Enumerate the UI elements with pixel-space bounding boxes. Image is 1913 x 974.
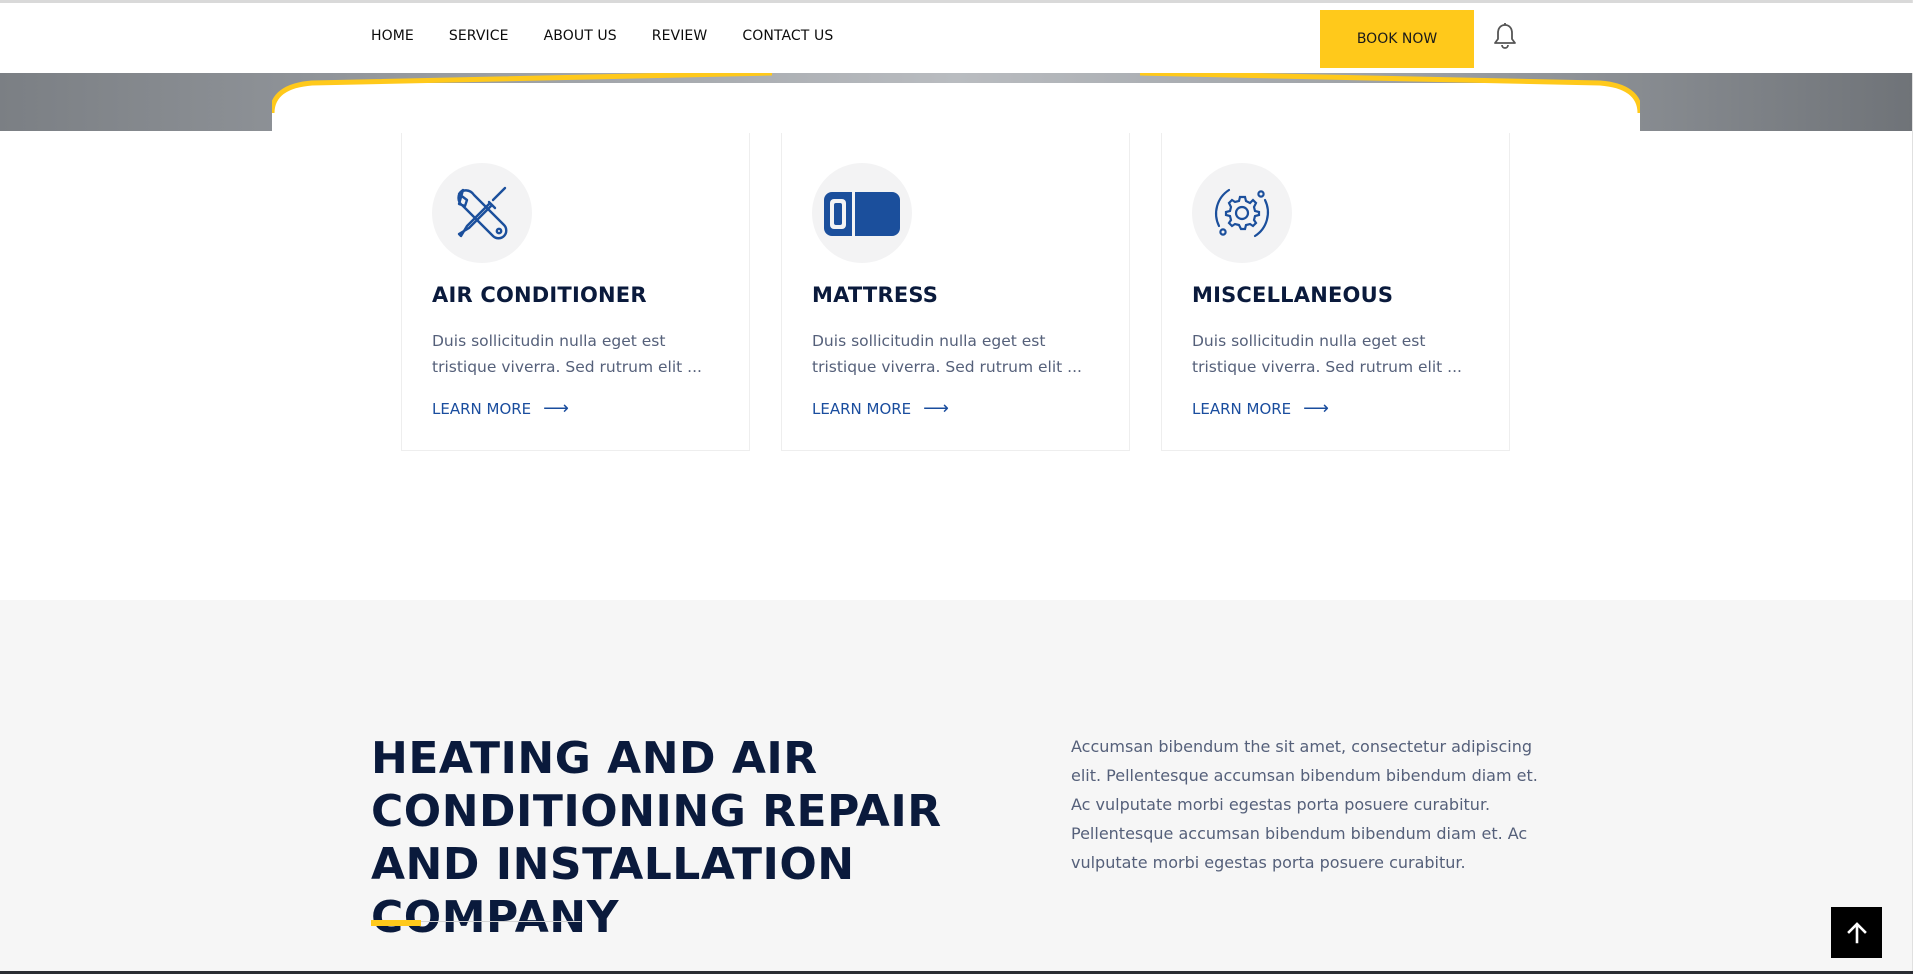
main-nav: HOME SERVICE ABOUT US REVIEW CONTACT US xyxy=(371,28,868,44)
service-card-air-conditioner: AIR CONDITIONER Duis sollicitudin nulla … xyxy=(401,132,750,451)
book-now-button[interactable]: BOOK NOW xyxy=(1320,10,1474,68)
gear-icon xyxy=(1192,163,1292,263)
about-description: Accumsan bibendum the sit amet, consecte… xyxy=(1071,737,1538,872)
nav-review[interactable]: REVIEW xyxy=(652,28,708,44)
mattress-icon xyxy=(812,163,912,263)
service-title: MISCELLANEOUS xyxy=(1192,283,1394,307)
learn-more-label: LEARN MORE xyxy=(1192,399,1292,418)
nav-contact-us[interactable]: CONTACT US xyxy=(742,28,833,44)
service-title: AIR CONDITIONER xyxy=(432,283,647,307)
learn-more-link[interactable]: LEARN MORE ⟶ xyxy=(812,398,949,419)
navbar: HOME SERVICE ABOUT US REVIEW CONTACT US … xyxy=(0,3,1913,73)
service-description: Duis sollicitudin nulla eget est tristiq… xyxy=(812,332,1082,376)
service-description: Duis sollicitudin nulla eget est tristiq… xyxy=(1192,332,1462,376)
learn-more-link[interactable]: LEARN MORE ⟶ xyxy=(432,398,569,419)
service-card-mattress: MATTRESS Duis sollicitudin nulla eget es… xyxy=(781,132,1130,451)
nav-about-us[interactable]: ABOUT US xyxy=(544,28,617,44)
tools-icon xyxy=(432,163,532,263)
arrow-up-icon xyxy=(1846,921,1867,943)
service-description: Duis sollicitudin nulla eget est tristiq… xyxy=(432,332,702,376)
learn-more-label: LEARN MORE xyxy=(812,399,912,418)
learn-more-link[interactable]: LEARN MORE ⟶ xyxy=(1192,398,1329,419)
back-to-top-button[interactable] xyxy=(1831,907,1882,958)
about-section-wave xyxy=(0,603,1913,635)
title-underline-accent xyxy=(371,920,421,926)
learn-more-label: LEARN MORE xyxy=(432,399,532,418)
service-card-miscellaneous: MISCELLANEOUS Duis sollicitudin nulla eg… xyxy=(1161,132,1510,451)
service-title: MATTRESS xyxy=(812,283,939,307)
arrow-right-icon: ⟶ xyxy=(1303,398,1329,419)
nav-service[interactable]: SERVICE xyxy=(449,28,509,44)
hero-curved-panel xyxy=(272,73,1640,133)
nav-home[interactable]: HOME xyxy=(371,28,414,44)
about-title: HEATING AND AIR CONDITIONING REPAIR AND … xyxy=(371,733,942,943)
bell-icon[interactable] xyxy=(1492,22,1518,50)
arrow-right-icon: ⟶ xyxy=(543,398,569,419)
arrow-right-icon: ⟶ xyxy=(923,398,949,419)
